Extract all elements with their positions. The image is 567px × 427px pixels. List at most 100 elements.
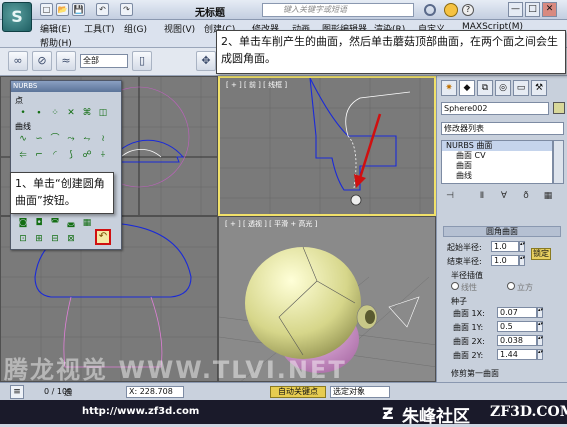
multi-curve-trim-icon[interactable]: ▦ — [81, 217, 93, 229]
help-icon[interactable]: ? — [462, 4, 474, 16]
fillet-curve-icon[interactable]: ◜ — [49, 149, 61, 161]
search-input[interactable]: 键入关键字或短语 — [262, 3, 414, 17]
configure-modifier-sets-icon[interactable]: ▦ — [541, 190, 555, 203]
stack-item-surface[interactable]: 曲面 — [442, 161, 552, 171]
menu-tools[interactable]: 工具(T) — [84, 22, 115, 35]
stack-item-curve[interactable]: 曲线 — [442, 171, 552, 181]
maxscript-listener-icon[interactable]: ≡ — [10, 385, 24, 399]
open-file-icon[interactable]: 📂 — [56, 3, 69, 16]
nurbs-toolbox-title[interactable]: NURBS — [11, 81, 121, 92]
auto-key-button[interactable]: 自动关键点 — [270, 386, 326, 398]
menu-group[interactable]: 组(G) — [124, 22, 147, 35]
two-rail-sweep-icon[interactable]: ⊟ — [49, 233, 61, 245]
make-unique-icon[interactable]: ∀ — [497, 190, 511, 203]
curve-point-icon[interactable]: ⁘ — [49, 107, 61, 119]
radio-cubic[interactable] — [507, 282, 515, 290]
select-object-icon[interactable]: ▯ — [132, 51, 152, 71]
unlink-icon[interactable]: ⊘ — [32, 51, 52, 71]
surface2y-spinner[interactable]: 1.44 — [497, 349, 537, 360]
multi-sided-blend-icon[interactable]: ⊞ — [33, 233, 45, 245]
hierarchy-tab-icon[interactable]: ⧉ — [477, 80, 493, 96]
remove-modifier-icon[interactable]: ð — [519, 190, 533, 203]
start-radius-arrows[interactable]: ▴▾ — [519, 241, 525, 252]
mirror-curve-icon[interactable]: ⥢ — [17, 149, 29, 161]
surface1y-spinner[interactable]: 0.5 — [497, 321, 537, 332]
display-tab-icon[interactable]: ▭ — [513, 80, 529, 96]
cap-surface-icon[interactable]: ◙ — [17, 217, 29, 229]
maximize-button[interactable]: □ — [525, 2, 540, 17]
object-name-field[interactable]: Sphere002 — [441, 102, 549, 115]
motion-tab-icon[interactable]: ◎ — [495, 80, 511, 96]
select-link-icon[interactable]: ∞ — [8, 51, 28, 71]
stack-item-nurbs-surface[interactable]: NURBS 曲面 — [442, 141, 552, 151]
stack-scrollbar[interactable] — [553, 140, 564, 184]
point-curve-icon[interactable]: ∽ — [33, 133, 45, 145]
iso-curve-icon[interactable]: ☍ — [81, 149, 93, 161]
offset-point-icon[interactable]: ∙ — [33, 107, 45, 119]
curve-curve-point-icon[interactable]: ✕ — [65, 107, 77, 119]
radio-linear[interactable] — [451, 282, 459, 290]
redo-icon[interactable]: ↷ — [120, 3, 133, 16]
surface1x-spinner[interactable]: 0.07 — [497, 307, 537, 318]
utilities-tab-icon[interactable]: ⚒ — [531, 80, 547, 96]
create-fillet-surface-button[interactable]: ↶ — [95, 229, 111, 245]
star-icon[interactable] — [444, 3, 458, 17]
surface1x-arrows[interactable]: ▴▾ — [537, 307, 543, 318]
app-logo-icon[interactable]: S — [2, 2, 32, 32]
rail-sweep-icon[interactable]: ◛ — [65, 217, 77, 229]
blend-curve-icon[interactable]: ⥊ — [81, 133, 93, 145]
surface-edge-curve-icon[interactable]: ⟆ — [65, 149, 77, 161]
stack-item-surface-cv[interactable]: 曲面 CV — [442, 151, 552, 161]
modifier-stack[interactable]: NURBS 曲面 曲面 CV 曲面 曲线 — [441, 140, 553, 184]
object-color-swatch[interactable] — [553, 102, 565, 114]
surface1y-arrows[interactable]: ▴▾ — [537, 321, 543, 332]
end-radius-spinner[interactable]: 1.0 — [491, 255, 519, 266]
ruled-surface-icon[interactable]: ⊠ — [65, 233, 77, 245]
surface2x-spinner[interactable]: 0.038 — [497, 335, 537, 346]
pin-stack-icon[interactable]: ⊣ — [443, 190, 457, 203]
uv-loft-surface-icon[interactable]: ◚ — [49, 217, 61, 229]
close-button[interactable]: ✕ — [542, 2, 557, 17]
surface-point-icon[interactable]: ⌘ — [81, 107, 93, 119]
menu-edit[interactable]: 编辑(E) — [40, 22, 71, 35]
create-tab-icon[interactable]: ✷ — [441, 80, 457, 96]
surface2y-arrows[interactable]: ▴▾ — [537, 349, 543, 360]
create-point-icon[interactable]: • — [17, 107, 29, 119]
offset-curve-icon[interactable]: ≀ — [97, 133, 109, 145]
minimize-button[interactable]: — — [508, 2, 523, 17]
site-url[interactable]: http://www.zf3d.com — [82, 406, 199, 417]
chamfer-curve-icon[interactable]: ⌐ — [33, 149, 45, 161]
front-viewport-label[interactable]: [ + ] [ 前 ] [ 线框 ] — [226, 80, 287, 90]
bind-space-warp-icon[interactable]: ≈ — [56, 51, 76, 71]
perspective-viewport-label[interactable]: [ + ] [ 透视 ] [ 平滑 + 高光 ] — [225, 219, 317, 229]
normal-projected-curve-icon[interactable]: ⍭ — [97, 149, 109, 161]
coord-x-field[interactable]: X: 228.708 — [126, 386, 184, 398]
surface2x-arrows[interactable]: ▴▾ — [537, 335, 543, 346]
modify-tab-icon[interactable]: ◆ — [459, 80, 475, 96]
new-file-icon[interactable]: □ — [40, 3, 53, 16]
u-loft-surface-icon[interactable]: ◘ — [33, 217, 45, 229]
lock-radius-button[interactable]: 锁定 — [531, 248, 551, 260]
fillet-surface-rollout-title[interactable]: 圆角曲面 — [443, 226, 561, 237]
command-panel: ✷ ◆ ⧉ ◎ ▭ ⚒ Sphere002 修改器列表 NURBS 曲面 曲面 … — [436, 76, 567, 382]
selection-filter-dropdown[interactable]: 全部 — [80, 54, 128, 68]
menu-views[interactable]: 视图(V) — [164, 22, 195, 35]
end-radius-arrows[interactable]: ▴▾ — [519, 255, 525, 266]
watermark-text: 腾龙视觉 WWW.TLVI.NET — [4, 356, 347, 384]
key-filter-dropdown[interactable]: 选定对象 — [330, 386, 390, 398]
transform-curve-icon[interactable]: ⤳ — [65, 133, 77, 145]
surface-curve-point-icon[interactable]: ◫ — [97, 107, 109, 119]
viewport-front[interactable]: [ + ] [ 前 ] [ 线框 ] — [218, 76, 436, 216]
search-icon[interactable] — [424, 4, 436, 16]
fit-curve-icon[interactable]: ⌒ — [49, 133, 61, 145]
start-radius-spinner[interactable]: 1.0 — [491, 241, 519, 252]
modifier-list-dropdown[interactable]: 修改器列表 — [441, 122, 564, 135]
n-blend-surface-icon[interactable]: ⊡ — [17, 233, 29, 245]
cv-curve-icon[interactable]: ∿ — [17, 133, 29, 145]
save-file-icon[interactable]: 💾 — [72, 3, 85, 16]
nurbs-toolbox: NURBS 点 • ∙ ⁘ ✕ ⌘ ◫ 曲线 ∿ ∽ ⌒ ⤳ ⥊ ≀ ⥢ ⌐ ◜… — [10, 80, 122, 250]
nurbs-section-curves: 曲线 — [15, 122, 31, 131]
select-move-icon[interactable]: ✥ — [196, 51, 216, 71]
undo-icon[interactable]: ↶ — [96, 3, 109, 16]
show-end-result-icon[interactable]: Ⅱ — [475, 190, 489, 203]
